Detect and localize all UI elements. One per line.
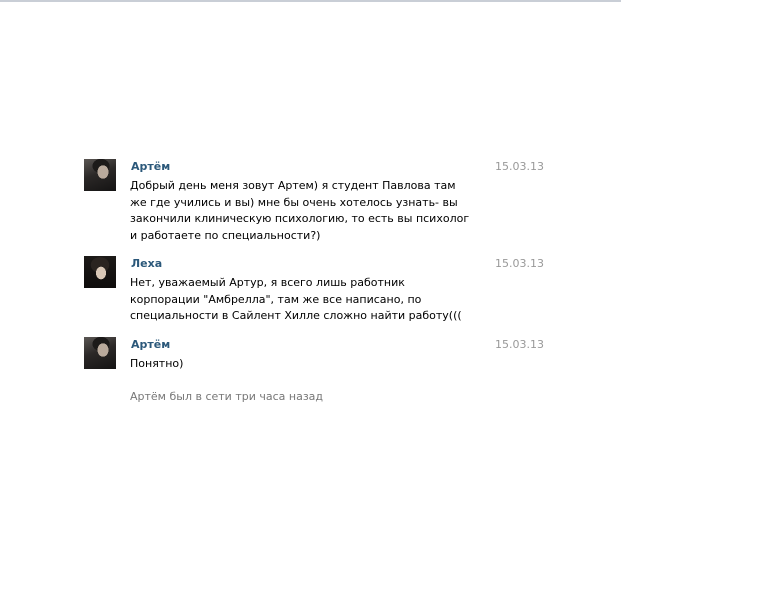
avatar[interactable]: [84, 256, 116, 288]
message-text: Нет, уважаемый Артур, я всего лишь работ…: [130, 276, 462, 322]
message-author-link[interactable]: Артём: [131, 160, 170, 173]
message-date-link[interactable]: 15.03.13: [495, 338, 544, 351]
message-author-link[interactable]: Леха: [131, 257, 162, 270]
avatar[interactable]: [84, 159, 116, 191]
message-text: Понятно): [130, 357, 184, 370]
message-item: Леха 15.03.13 Нет, уважаемый Артур, я вс…: [84, 256, 544, 337]
online-status-text: Артём был в сети три часа назад: [130, 390, 324, 403]
message-date-link[interactable]: 15.03.13: [495, 160, 544, 173]
message-date-link[interactable]: 15.03.13: [495, 257, 544, 270]
message-history: Артём 15.03.13 Добрый день меня зовут Ар…: [84, 159, 544, 385]
top-divider: [0, 0, 621, 2]
message-author-link[interactable]: Артём: [131, 338, 170, 351]
avatar[interactable]: [84, 337, 116, 369]
page: Артём 15.03.13 Добрый день меня зовут Ар…: [0, 0, 768, 614]
message-item: Артём 15.03.13 Добрый день меня зовут Ар…: [84, 159, 544, 256]
message-item: Артём 15.03.13 Понятно): [84, 337, 544, 385]
message-text: Добрый день меня зовут Артем) я студент …: [130, 179, 470, 242]
